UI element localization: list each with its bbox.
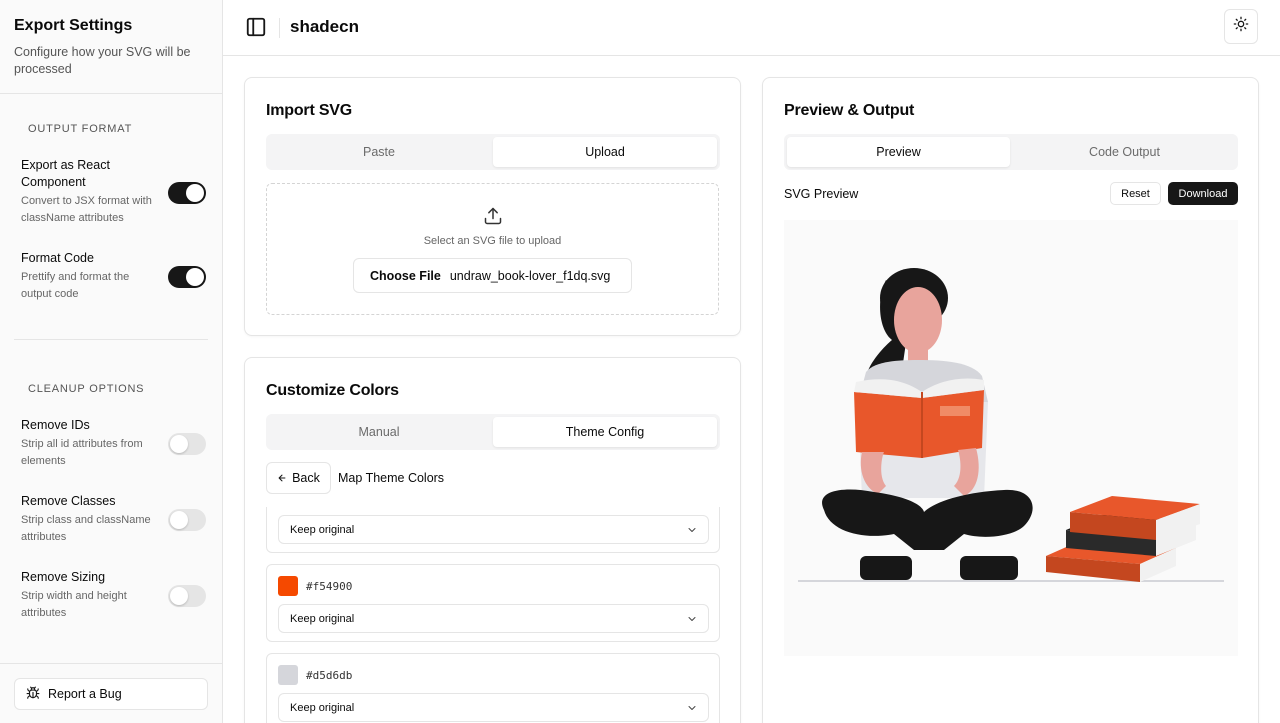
setting-title: Remove Classes: [21, 494, 116, 508]
select-value: Keep original: [290, 701, 355, 714]
setting-format-code: Format Code Prettify and format the outp…: [21, 250, 206, 305]
sidebar-header: Export Settings Configure how your SVG w…: [0, 0, 222, 94]
main-content: Import SVG Paste Upload Select an SVG fi…: [223, 57, 1280, 723]
color-swatch: [278, 665, 298, 685]
setting-remove-classes: Remove Classes Strip class and className…: [21, 493, 206, 548]
map-theme-title: Map Theme Colors: [338, 471, 445, 485]
arrow-left-icon: [277, 473, 287, 483]
customize-colors-card: Customize Colors Manual Theme Config Bac…: [244, 357, 741, 723]
card-title: Import SVG: [266, 102, 353, 119]
top-header: shadecn: [223, 0, 1280, 56]
setting-desc: Strip all id attributes from elements: [21, 438, 143, 467]
book-lover-illustration: [798, 268, 1224, 582]
select-value: Keep original: [290, 523, 355, 536]
color-hex: #f54900: [306, 579, 353, 593]
color-map-item: #f54900 Keep original: [266, 564, 720, 642]
setting-desc: Convert to JSX format with className att…: [21, 195, 152, 224]
sidebar-subtitle: Configure how your SVG will be processed: [14, 45, 191, 76]
tab-preview[interactable]: Preview: [787, 137, 1010, 167]
toggle-knob: [170, 511, 188, 529]
sidebar: Export Settings Configure how your SVG w…: [0, 0, 223, 723]
color-swatch-row: #d5d6db: [278, 665, 352, 685]
upload-dropzone[interactable]: Select an SVG file to upload Choose File…: [266, 183, 719, 315]
remove-ids-toggle[interactable]: [168, 433, 206, 455]
setting-remove-sizing: Remove Sizing Strip width and height att…: [21, 569, 206, 624]
color-map-item: #d5d6db Keep original: [266, 653, 720, 723]
section-label-output-format: OUTPUT FORMAT: [28, 123, 133, 135]
file-name: undraw_book-lover_f1dq.svg: [449, 268, 611, 283]
setting-title: Export as React Component: [21, 158, 110, 189]
toggle-knob: [170, 435, 188, 453]
color-swatch: [278, 576, 298, 596]
color-map-list[interactable]: Keep original #f54900 Keep original #d5d…: [266, 507, 720, 723]
tab-theme-config[interactable]: Theme Config: [493, 417, 717, 447]
setting-desc: Strip width and height attributes: [21, 590, 127, 619]
bug-icon: [26, 686, 48, 703]
remove-classes-toggle[interactable]: [168, 509, 206, 531]
import-svg-card: Import SVG Paste Upload Select an SVG fi…: [244, 77, 741, 336]
setting-export-react: Export as React Component Convert to JSX…: [21, 157, 206, 229]
setting-remove-ids: Remove IDs Strip all id attributes from …: [21, 417, 206, 472]
select-value: Keep original: [290, 612, 355, 625]
theme-select[interactable]: Keep original: [278, 604, 709, 633]
format-code-toggle[interactable]: [168, 266, 206, 288]
choose-file-button[interactable]: Choose File: [370, 269, 441, 283]
theme-select[interactable]: Keep original: [278, 515, 709, 544]
toggle-knob: [186, 184, 204, 202]
tab-manual[interactable]: Manual: [269, 417, 489, 447]
sidebar-toggle-button[interactable]: [245, 16, 267, 38]
toggle-knob: [170, 587, 188, 605]
color-hex: #d5d6db: [306, 668, 353, 682]
chevron-down-icon: [686, 524, 698, 539]
preview-output-card: Preview & Output Preview Code Output SVG…: [762, 77, 1259, 723]
toggle-knob: [186, 268, 204, 286]
back-button[interactable]: Back: [266, 462, 331, 494]
chevron-down-icon: [686, 613, 698, 628]
export-react-toggle[interactable]: [168, 182, 206, 204]
dropzone-text: Select an SVG file to upload: [423, 235, 562, 247]
setting-desc: Strip class and className attributes: [21, 514, 151, 543]
panel-left-icon: [245, 17, 267, 42]
import-tabs: Paste Upload: [266, 134, 720, 170]
theme-toggle-button[interactable]: [1224, 9, 1258, 44]
sidebar-divider: [14, 339, 208, 340]
theme-select[interactable]: Keep original: [278, 693, 709, 722]
app-title: shadecn: [290, 17, 359, 36]
color-swatch-row: #f54900: [278, 576, 352, 596]
sidebar-title: Export Settings: [14, 17, 133, 34]
color-tabs: Manual Theme Config: [266, 414, 720, 450]
svg-preview-area: [784, 220, 1238, 656]
tab-paste[interactable]: Paste: [269, 137, 489, 167]
preview-tabs: Preview Code Output: [784, 134, 1238, 170]
setting-title: Remove IDs: [21, 418, 90, 432]
card-title: Customize Colors: [266, 382, 399, 399]
setting-title: Remove Sizing: [21, 570, 106, 584]
section-label-cleanup: CLEANUP OPTIONS: [28, 383, 145, 395]
upload-icon: [483, 206, 503, 231]
sidebar-footer: Report a Bug: [0, 663, 222, 723]
setting-desc: Prettify and format the output code: [21, 271, 130, 300]
sun-icon: [1233, 16, 1249, 37]
report-bug-button[interactable]: Report a Bug: [14, 678, 208, 710]
remove-sizing-toggle[interactable]: [168, 585, 206, 607]
card-title: Preview & Output: [784, 102, 915, 119]
report-bug-label: Report a Bug: [48, 687, 122, 701]
color-map-item: Keep original: [266, 507, 720, 553]
header-separator: [279, 18, 280, 38]
tab-upload[interactable]: Upload: [493, 137, 717, 167]
tab-code-output[interactable]: Code Output: [1014, 137, 1235, 167]
setting-title: Format Code: [21, 251, 94, 265]
reset-button[interactable]: Reset: [1110, 182, 1161, 205]
back-label: Back: [292, 471, 320, 485]
download-button[interactable]: Download: [1168, 182, 1238, 205]
chevron-down-icon: [686, 702, 698, 717]
svg-preview-label: SVG Preview: [784, 187, 859, 201]
file-input[interactable]: Choose File undraw_book-lover_f1dq.svg: [353, 258, 632, 293]
